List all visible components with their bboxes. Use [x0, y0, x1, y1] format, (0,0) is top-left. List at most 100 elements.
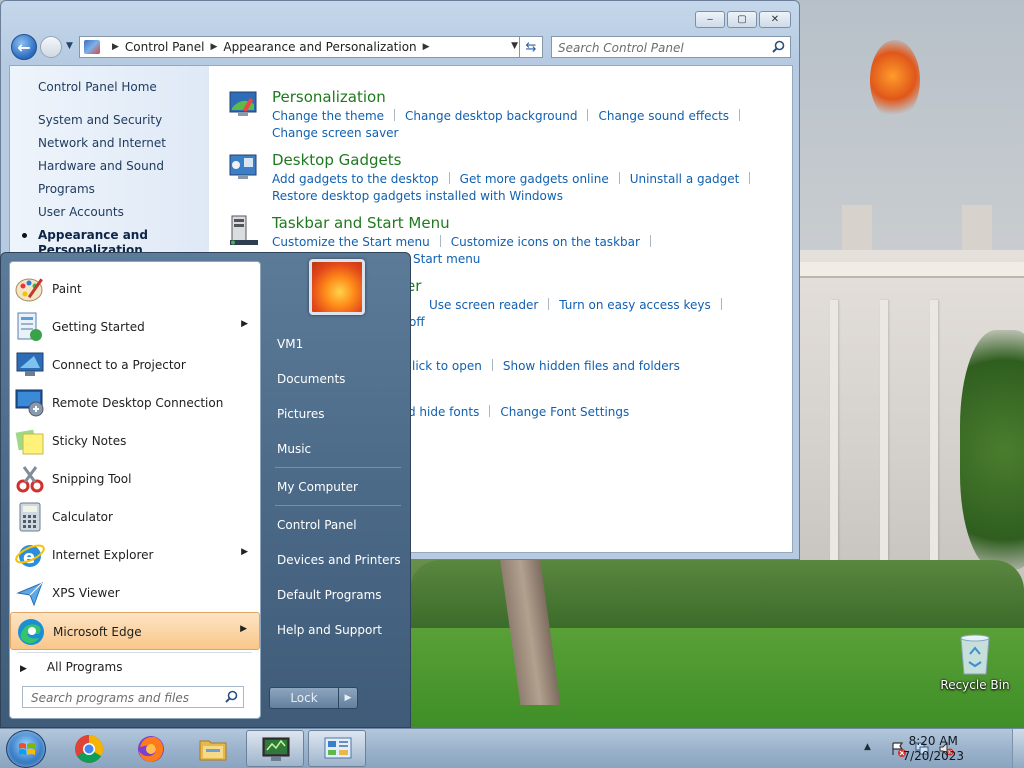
search-icon[interactable] — [772, 40, 785, 53]
link-change-sound-effects[interactable]: Change sound effects — [598, 108, 729, 125]
taskbar-control-panel[interactable] — [308, 730, 366, 767]
link-show-hide-fonts-partial[interactable]: d hide fonts — [408, 404, 479, 421]
program-internet-explorer[interactable]: e Internet Explorer ▶ — [10, 536, 260, 574]
section-title-desktop-gadgets[interactable]: Desktop Gadgets — [272, 151, 401, 169]
refresh-button[interactable]: ⇆ — [519, 36, 543, 58]
minimize-button[interactable]: ‒ — [695, 11, 725, 28]
link-restore-gadgets[interactable]: Restore desktop gadgets installed with W… — [272, 188, 563, 205]
close-button[interactable]: ✕ — [759, 11, 791, 28]
link-change-theme[interactable]: Change the theme — [272, 108, 384, 125]
place-pictures[interactable]: Pictures — [277, 407, 325, 421]
breadcrumb-separator-icon[interactable]: ▶ — [211, 42, 218, 52]
show-hidden-icons-button[interactable]: ▲ — [864, 742, 871, 752]
start-menu: Paint Getting Started ▶ Connect to a Pro… — [0, 252, 411, 728]
calculator-icon — [19, 502, 41, 532]
program-remote-desktop[interactable]: Remote Desktop Connection — [10, 384, 260, 422]
link-customize-taskbar-icons[interactable]: Customize icons on the taskbar — [451, 234, 640, 251]
control-panel-search-input[interactable]: Search Control Panel — [551, 36, 791, 58]
link-change-background[interactable]: Change desktop background — [405, 108, 577, 125]
taskbar-chrome[interactable] — [60, 730, 118, 767]
control-panel-task-icon — [324, 737, 352, 759]
place-help-support[interactable]: Help and Support — [277, 623, 382, 637]
wallpaper-column — [930, 300, 938, 560]
section-title-taskbar-start-menu[interactable]: Taskbar and Start Menu — [272, 214, 450, 232]
back-button[interactable]: ← — [11, 34, 37, 60]
place-default-programs[interactable]: Default Programs — [277, 588, 382, 602]
section-title-personalization[interactable]: Personalization — [272, 88, 386, 106]
breadcrumb-separator-icon[interactable]: ▶ — [112, 42, 119, 52]
program-name: Sticky Notes — [52, 434, 127, 448]
wallpaper-flag — [870, 40, 920, 120]
program-name: Remote Desktop Connection — [52, 396, 224, 410]
snipping-tool-icon — [16, 466, 44, 493]
submenu-arrow-icon: ▶ — [241, 547, 248, 557]
program-paint[interactable]: Paint — [10, 270, 260, 308]
program-name: Calculator — [52, 510, 113, 524]
place-devices-printers[interactable]: Devices and Printers — [277, 553, 401, 567]
link-click-to-open-partial[interactable]: lick to open — [412, 358, 482, 375]
lock-button[interactable]: Lock — [269, 687, 339, 709]
paint-icon — [15, 278, 43, 302]
link-customize-start-menu[interactable]: Customize the Start menu — [272, 234, 430, 251]
address-bar[interactable]: ▶ Control Panel ▶ Appearance and Persona… — [79, 36, 525, 58]
taskbar: ▲ 8:20 AM 7/20/2023 — [0, 728, 1024, 768]
sidebar-item-system-security[interactable]: System and Security — [38, 113, 162, 127]
taskbar-firefox[interactable] — [122, 730, 180, 767]
program-getting-started[interactable]: Getting Started ▶ — [10, 308, 260, 346]
program-snipping-tool[interactable]: Snipping Tool — [10, 460, 260, 498]
link-change-screen-saver[interactable]: Change screen saver — [272, 125, 399, 142]
taskbar-file-explorer[interactable] — [184, 730, 242, 767]
breadcrumb-separator-icon[interactable]: ▶ — [423, 42, 430, 52]
recent-pages-dropdown-icon[interactable]: ▼ — [66, 41, 73, 51]
link-change-font-settings[interactable]: Change Font Settings — [500, 404, 629, 421]
place-documents[interactable]: Documents — [277, 372, 345, 386]
program-calculator[interactable]: Calculator — [10, 498, 260, 536]
place-control-panel[interactable]: Control Panel — [277, 518, 357, 532]
submenu-arrow-icon: ▶ — [240, 624, 247, 634]
clock-date: 7/20/2023 — [902, 749, 964, 763]
forward-button[interactable] — [40, 36, 62, 58]
place-user-folder[interactable]: VM1 — [277, 337, 303, 351]
link-show-hidden-files[interactable]: Show hidden files and folders — [503, 358, 680, 375]
active-bullet-icon — [22, 233, 27, 238]
taskbar-control-panel-monitor[interactable] — [246, 730, 304, 767]
fonts-links: d hide fonts Change Font Settings — [408, 404, 928, 421]
breadcrumb-appearance[interactable]: Appearance and Personalization — [223, 40, 416, 54]
link-turn-off-partial[interactable]: off — [409, 314, 425, 331]
ease-links: Use screen reader Turn on easy access key… — [409, 297, 949, 331]
program-connect-projector[interactable]: Connect to a Projector — [10, 346, 260, 384]
show-desktop-button[interactable] — [1012, 729, 1024, 768]
address-dropdown-icon[interactable]: ▼ — [511, 41, 518, 51]
user-avatar[interactable] — [309, 259, 365, 315]
link-use-screen-reader[interactable]: Use screen reader — [429, 297, 538, 314]
recycle-bin[interactable]: Recycle Bin — [940, 630, 1010, 700]
search-icon[interactable] — [225, 690, 238, 703]
link-turn-on-easy-access-keys[interactable]: Turn on easy access keys — [559, 297, 710, 314]
sidebar-item-user-accounts[interactable]: User Accounts — [38, 205, 124, 219]
sidebar-item-programs[interactable]: Programs — [38, 182, 95, 196]
internet-explorer-icon: e — [15, 544, 45, 568]
places-divider — [275, 505, 401, 506]
sidebar-item-network[interactable]: Network and Internet — [38, 136, 166, 150]
desktop-gadgets-icon — [229, 154, 257, 179]
program-microsoft-edge[interactable]: Microsoft Edge ▶ — [10, 612, 260, 650]
place-music[interactable]: Music — [277, 442, 311, 456]
xps-viewer-icon — [16, 582, 43, 607]
program-sticky-notes[interactable]: Sticky Notes — [10, 422, 260, 460]
link-start-menu-partial[interactable]: Start menu — [413, 251, 480, 268]
maximize-button[interactable]: ▢ — [727, 11, 757, 28]
start-button[interactable] — [6, 730, 46, 768]
link-get-more-gadgets[interactable]: Get more gadgets online — [460, 171, 609, 188]
taskbar-clock[interactable]: 8:20 AM 7/20/2023 — [902, 734, 964, 764]
breadcrumb-control-panel[interactable]: Control Panel — [125, 40, 205, 54]
all-programs-button[interactable]: ▶ All Programs — [20, 660, 123, 674]
sidebar-item-hardware-sound[interactable]: Hardware and Sound — [38, 159, 164, 173]
link-uninstall-gadget[interactable]: Uninstall a gadget — [630, 171, 740, 188]
sidebar-home-link[interactable]: Control Panel Home — [38, 80, 157, 94]
shutdown-options-button[interactable]: ▶ — [338, 687, 358, 709]
all-programs-label: All Programs — [46, 660, 123, 674]
program-xps-viewer[interactable]: XPS Viewer — [10, 574, 260, 612]
link-add-gadgets[interactable]: Add gadgets to the desktop — [272, 171, 439, 188]
start-search-input[interactable]: Search programs and files — [22, 686, 244, 708]
place-my-computer[interactable]: My Computer — [277, 480, 358, 494]
